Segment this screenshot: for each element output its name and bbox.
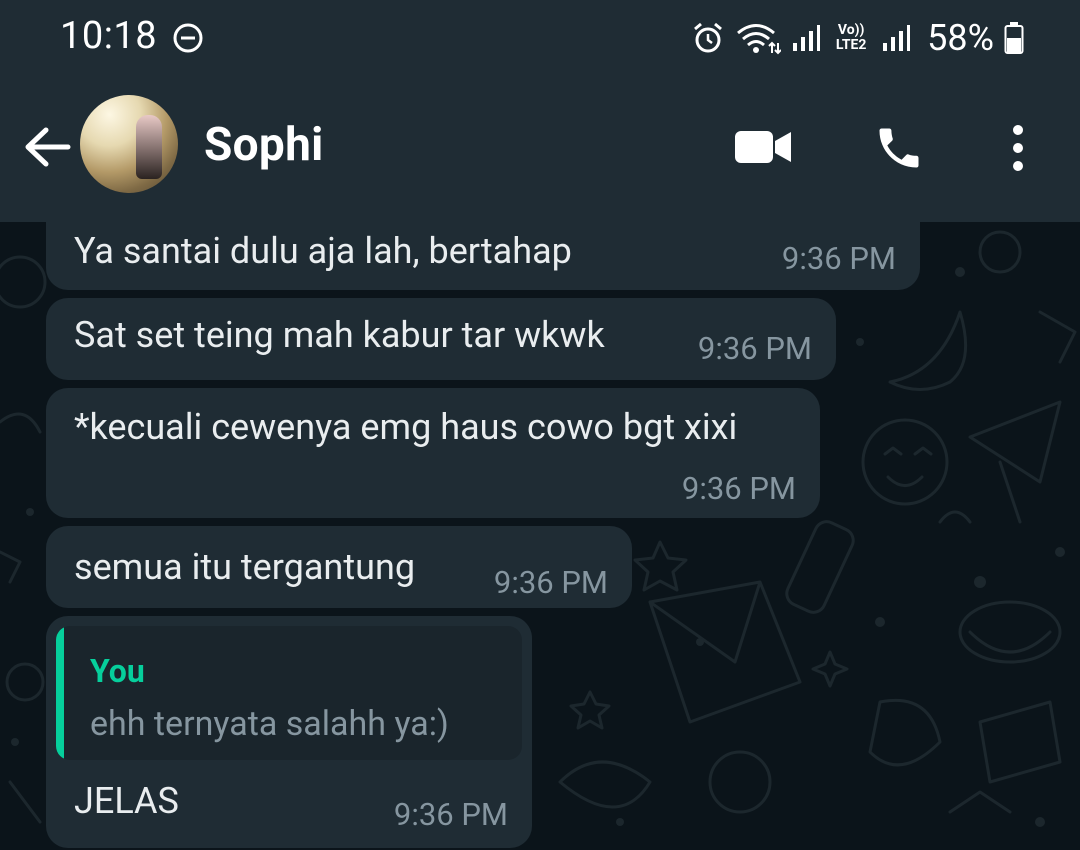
volte-top: Vo)) [837,22,865,38]
message-bubble[interactable]: Sat set teing mah kabur tar wkwk 9:36 PM [46,298,836,380]
message-text: semua itu tergantung [74,546,416,588]
message-bubble[interactable]: *kecuali cewenya emg haus cowo bgt xixi … [46,388,820,518]
message-time: 9:36 PM [781,240,896,277]
chat-area[interactable]: Ya santai dulu aja lah, bertahap 9:36 PM… [0,222,1080,850]
video-call-button[interactable] [730,122,796,172]
status-bar: 10:18 Vo)) LTE2 58% [0,0,1080,78]
quoted-author: You [90,652,145,690]
more-vertical-icon [1013,125,1023,171]
wifi-icon [737,24,782,55]
message-time: 9:36 PM [393,796,508,833]
status-time: 10:18 [60,14,158,58]
volte-indicator: Vo)) LTE2 [831,23,871,53]
phone-icon [879,128,919,168]
status-indicators: Vo)) LTE2 58% [691,17,1024,59]
quote-accent-bar [56,626,64,760]
message-time: 9:36 PM [681,470,796,507]
chat-toolbar: Sophi [0,78,1080,222]
contact-avatar[interactable] [80,95,178,193]
do-not-disturb-icon [173,23,203,53]
chat-screen: 10:18 Vo)) LTE2 58% Sophi Ya santai dulu… [0,0,1080,850]
quoted-text: ehh ternyata salahh ya:) [90,704,449,744]
message-text: Ya santai dulu aja lah, bertahap [74,230,572,272]
message-time: 9:36 PM [493,564,608,601]
video-camera-icon [735,131,791,163]
message-time: 9:36 PM [697,330,812,367]
message-text: Sat set teing mah kabur tar wkwk [74,314,605,356]
battery-icon [1004,22,1024,54]
alarm-icon [694,22,723,53]
back-button[interactable] [18,118,76,176]
signal-icon [793,25,821,51]
contact-name[interactable]: Sophi [204,118,324,172]
voice-call-button[interactable] [870,120,928,176]
message-bubble[interactable]: Ya santai dulu aja lah, bertahap 9:36 PM [46,222,920,290]
message-text: *kecuali cewenya emg haus cowo bgt xixi [74,406,738,448]
arrow-back-icon [25,127,71,167]
reply-message-bubble[interactable]: You ehh ternyata salahh ya:) JELAS 9:36 … [46,616,532,848]
quoted-message[interactable]: You ehh ternyata salahh ya:) [56,626,522,760]
signal-icon [883,25,911,51]
top-bar: 10:18 Vo)) LTE2 58% Sophi [0,0,1080,222]
battery-percent: 58% [927,17,994,59]
avatar-figure [136,115,162,179]
message-bubble[interactable]: semua itu tergantung 9:36 PM [46,526,632,608]
volte-bottom: LTE2 [835,37,867,53]
message-text: JELAS [74,780,179,822]
menu-button[interactable] [996,120,1040,176]
